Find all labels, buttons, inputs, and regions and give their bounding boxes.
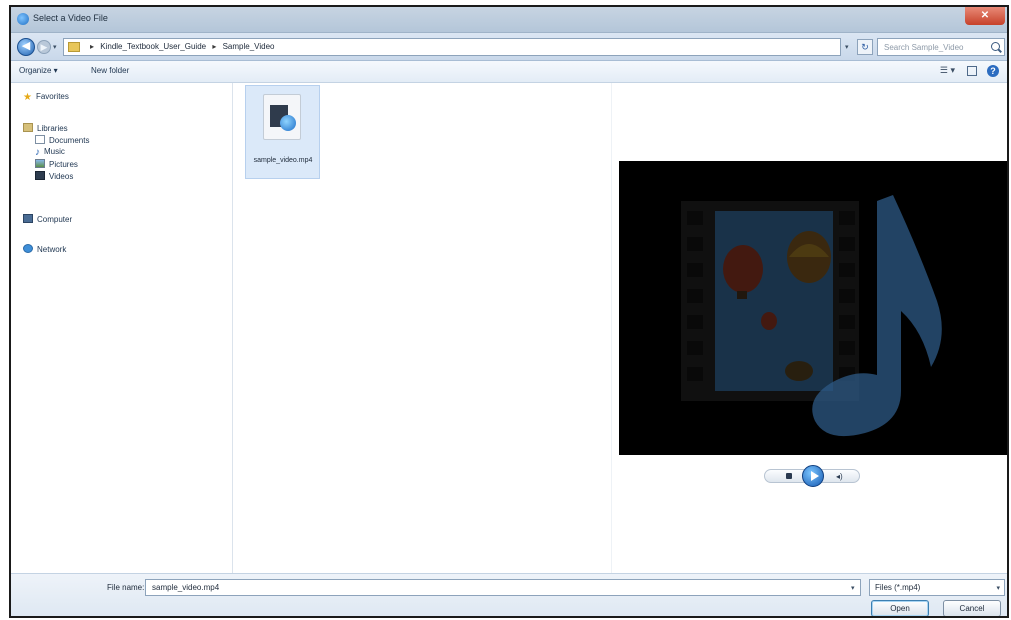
sidebar-item-label: Favorites <box>35 92 69 101</box>
sidebar-item-computer[interactable]: Computer <box>23 214 72 224</box>
folder-icon <box>68 42 80 52</box>
preview-pane-icon[interactable] <box>967 66 977 76</box>
app-icon <box>17 13 29 25</box>
sidebar-item-label: Network <box>37 245 67 254</box>
file-list: sample_video.mp4 <box>234 83 611 573</box>
navigation-pane: ★ Favorites Libraries Documents ♪ Music Pi… <box>11 83 233 573</box>
file-item-sample-video[interactable]: sample_video.mp4 <box>245 85 320 179</box>
network-icon <box>23 244 33 253</box>
media-disc <box>280 115 296 131</box>
close-button[interactable]: ✕ <box>965 7 1005 25</box>
computer-icon <box>23 214 33 223</box>
file-type-filter[interactable]: Files (*.mp4) ▾ <box>869 579 1005 596</box>
search-placeholder: Search Sample_Video <box>884 43 964 52</box>
breadcrumb-item-sample-video[interactable]: Sample_Video <box>223 42 275 51</box>
breadcrumb: ▸ Kindle_Textbook_User_Guide ▸ Sample_Vi… <box>86 42 274 51</box>
file-type-value: Files (*.mp4) <box>875 583 921 592</box>
sidebar-item-label: Music <box>44 147 65 156</box>
open-button[interactable]: Open <box>871 600 929 616</box>
command-toolbar: Organize ▾ New folder ☰ ▾ ? <box>11 61 1007 83</box>
sidebar-item-label: Documents <box>49 136 90 145</box>
media-controls: ◂) <box>764 465 860 487</box>
search-input[interactable]: Search Sample_Video <box>877 38 1005 56</box>
sidebar-item-videos[interactable]: Videos <box>35 171 73 181</box>
file-name-label: sample_video.mp4 <box>253 157 313 164</box>
cancel-button[interactable]: Cancel <box>943 600 1001 616</box>
file-open-dialog: Select a Video File ✕ ◀ ▶ ▾ ▸ Kindle_Tex… <box>9 5 1009 618</box>
back-arrow-icon[interactable]: ◀ <box>17 38 35 56</box>
forward-arrow-icon[interactable]: ▶ <box>37 40 51 54</box>
breadcrumb-separator: ▸ <box>90 42 95 51</box>
sidebar-item-label: Pictures <box>49 160 78 169</box>
breadcrumb-item-kindle-guide[interactable]: Kindle_Textbook_User_Guide <box>100 42 206 51</box>
sidebar-item-network[interactable]: Network <box>23 244 66 254</box>
bottom-bar: File name: sample_video.mp4 ▾ Files (*.m… <box>11 573 1007 616</box>
videos-icon <box>35 171 45 180</box>
star-icon: ★ <box>23 92 32 103</box>
sidebar-item-pictures[interactable]: Pictures <box>35 159 78 169</box>
preview-pane: ◂) <box>611 83 1007 573</box>
recent-locations-dropdown[interactable]: ▾ <box>53 43 57 51</box>
new-folder-button[interactable]: New folder <box>91 66 129 75</box>
file-name-dropdown[interactable]: ▾ <box>851 584 855 592</box>
play-icon[interactable] <box>802 465 824 487</box>
file-name-value: sample_video.mp4 <box>152 583 220 592</box>
breadcrumb-separator: ▸ <box>212 42 217 51</box>
video-preview[interactable] <box>619 161 1007 455</box>
address-bar[interactable]: ▸ Kindle_Textbook_User_Guide ▸ Sample_Vi… <box>63 38 841 56</box>
sidebar-item-documents[interactable]: Documents <box>35 135 89 145</box>
help-icon[interactable]: ? <box>987 65 999 77</box>
stop-icon[interactable] <box>786 473 792 479</box>
sidebar-item-libraries[interactable]: Libraries <box>23 123 68 133</box>
address-dropdown[interactable]: ▾ <box>845 43 849 51</box>
change-view-button[interactable]: ☰ ▾ <box>940 65 955 76</box>
music-icon: ♪ <box>35 147 40 158</box>
file-name-label: File name: <box>107 583 145 592</box>
pictures-icon <box>35 159 45 168</box>
volume-icon[interactable]: ◂) <box>836 472 843 481</box>
sidebar-item-label: Libraries <box>37 124 68 133</box>
media-player-artwork <box>619 161 1007 455</box>
document-icon <box>35 135 45 144</box>
address-row: ◀ ▶ ▾ ▸ Kindle_Textbook_User_Guide ▸ Sam… <box>11 33 1007 61</box>
file-name-field[interactable]: sample_video.mp4 <box>145 579 861 596</box>
chevron-down-icon: ▾ <box>996 585 1000 592</box>
video-file-icon <box>263 94 301 140</box>
search-icon <box>991 42 1000 51</box>
sidebar-item-label: Videos <box>49 172 74 181</box>
sidebar-item-favorites[interactable]: ★ Favorites <box>23 92 69 103</box>
title-bar: Select a Video File ✕ <box>11 7 1007 33</box>
sidebar-item-music[interactable]: ♪ Music <box>35 147 65 158</box>
window-title: Select a Video File <box>33 13 108 23</box>
refresh-icon[interactable]: ↻ <box>857 39 873 55</box>
library-icon <box>23 123 33 132</box>
organize-button[interactable]: Organize ▾ <box>19 66 58 75</box>
sidebar-item-label: Computer <box>37 215 73 224</box>
